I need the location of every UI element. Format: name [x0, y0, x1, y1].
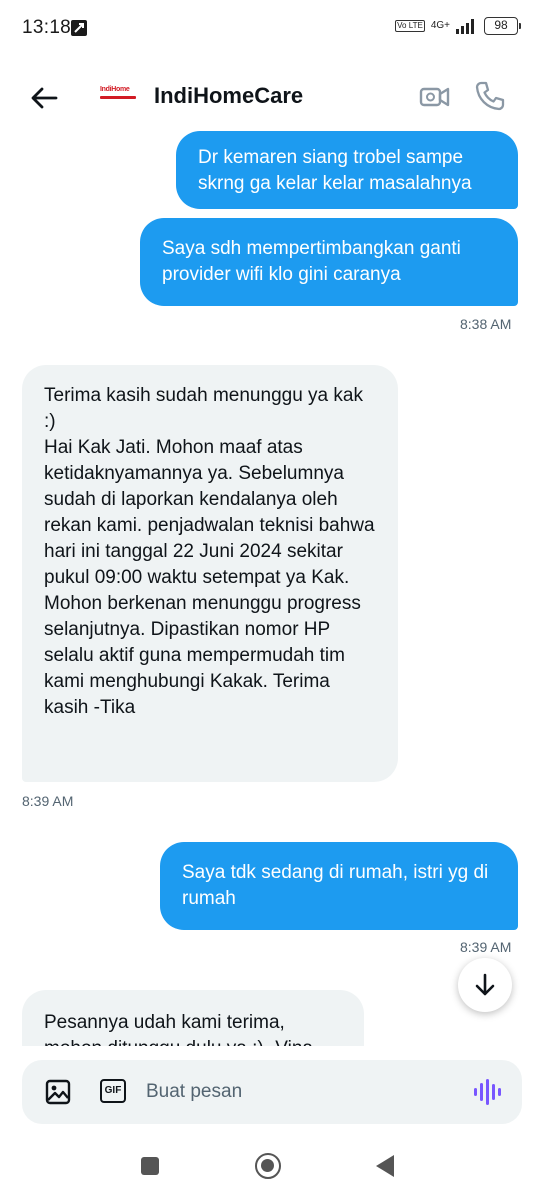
message-input[interactable] — [146, 1076, 446, 1108]
message-timestamp: 8:38 AM — [460, 316, 512, 332]
conversation-header: IndiHome IndiHomeCare — [0, 58, 540, 134]
arrow-down-icon — [475, 973, 495, 996]
system-back-button[interactable] — [376, 1155, 394, 1177]
status-indicators: Vo LTE 4G+ 98 — [395, 17, 521, 35]
scroll-to-bottom-button[interactable] — [458, 958, 512, 1012]
sent-message-bubble[interactable]: Saya tdk sedang di rumah, istri yg di ru… — [160, 842, 518, 930]
logo-underline — [100, 96, 136, 99]
image-icon[interactable] — [44, 1078, 72, 1106]
message-timestamp: 8:39 AM — [460, 939, 512, 955]
logo-text: IndiHome — [100, 86, 130, 93]
system-navigation-bar — [0, 1138, 540, 1200]
received-message-bubble[interactable]: Terima kasih sudah menunggu ya kak :) Ha… — [22, 365, 398, 782]
sent-message-bubble[interactable]: Dr kemaren siang trobel sampe skrng ga k… — [176, 131, 518, 209]
status-bar: 13:18 Vo LTE 4G+ 98 — [0, 0, 540, 58]
voice-icon[interactable] — [472, 1077, 502, 1107]
recent-apps-button[interactable] — [141, 1157, 159, 1175]
message-timestamp: 8:39 AM — [22, 793, 74, 809]
volte-indicator: Vo LTE — [395, 20, 425, 32]
gif-icon[interactable]: GIF — [100, 1079, 126, 1103]
video-call-icon[interactable] — [418, 80, 452, 114]
phone-icon[interactable] — [472, 78, 508, 114]
status-time: 13:18 — [22, 17, 72, 38]
sent-message-bubble[interactable]: Saya sdh mempertimbangkan ganti provider… — [140, 218, 518, 306]
battery-indicator: 98 — [484, 17, 521, 35]
contact-name[interactable]: IndiHomeCare — [154, 83, 303, 109]
message-composer: GIF — [22, 1060, 522, 1124]
contact-avatar[interactable]: IndiHome — [100, 86, 144, 108]
network-type: 4G+ — [430, 20, 450, 31]
back-arrow-icon[interactable] — [26, 80, 62, 116]
signal-icon — [456, 19, 474, 34]
notification-icon — [71, 20, 87, 36]
home-button[interactable] — [255, 1153, 281, 1179]
